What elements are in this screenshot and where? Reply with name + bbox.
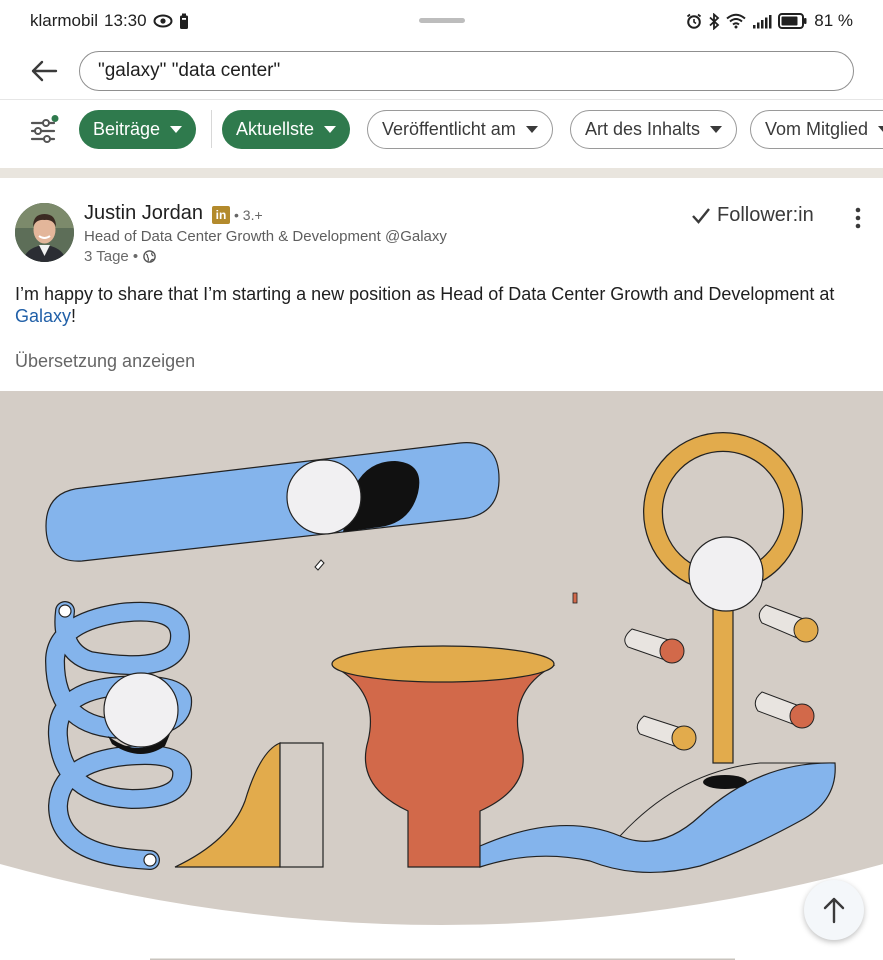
company-mention-link[interactable]: Galaxy: [15, 306, 71, 326]
status-left: klarmobil 13:30: [30, 11, 189, 31]
linkedin-badge-icon: in: [212, 206, 230, 224]
chip-aktuellste[interactable]: Aktuellste: [222, 110, 351, 149]
post-text-after: !: [71, 306, 77, 326]
author-headline: Head of Data Center Growth & Development…: [84, 228, 447, 245]
eye-icon: [153, 14, 173, 28]
chip-label: Veröffentlicht am: [382, 119, 516, 139]
follow-button[interactable]: Follower:in: [691, 204, 814, 227]
chip-art-des-inhalts[interactable]: Art des Inhalts: [570, 110, 738, 149]
chevron-down-icon: [878, 126, 883, 133]
chip-label: Art des Inhalts: [585, 119, 701, 139]
chip-label: Aktuellste: [236, 119, 315, 139]
filter-bar: Beiträge Aktuellste Veröffentlicht am Ar…: [0, 100, 883, 168]
chip-label: Beiträge: [93, 119, 161, 139]
chip-vom-mitglied[interactable]: Vom Mitglied: [750, 110, 883, 149]
more-vertical-icon: [855, 207, 861, 229]
post-age: 3 Tage •: [84, 248, 139, 265]
chevron-down-icon: [710, 126, 723, 133]
globe-icon: [143, 250, 156, 263]
sliders-icon: [30, 115, 59, 143]
clock: 13:30: [104, 11, 147, 30]
chevron-down-icon: [170, 126, 183, 133]
more-options-button[interactable]: [846, 204, 870, 232]
scroll-to-top-button[interactable]: [804, 880, 864, 940]
author-photo: [15, 203, 74, 262]
post-text-before: I’m happy to share that I’m starting a n…: [15, 284, 835, 304]
filter-divider: [211, 110, 212, 148]
battery-percent: 81 %: [814, 11, 853, 30]
connection-degree: • 3.+: [234, 207, 263, 223]
chip-veroeffentlicht-am[interactable]: Veröffentlicht am: [367, 110, 553, 149]
carrier-label: klarmobil: [30, 11, 99, 30]
show-translation-link[interactable]: Übersetzung anzeigen: [15, 351, 195, 372]
drag-handle: [419, 18, 465, 23]
signal-icon: [753, 14, 772, 28]
chip-label: Vom Mitglied: [765, 119, 869, 139]
search-row: "galaxy" "data center": [0, 44, 883, 100]
post-image[interactable]: [0, 391, 883, 960]
chip-beitraege[interactable]: Beiträge: [79, 110, 197, 149]
status-right: 81 %: [686, 11, 853, 31]
status-bar: klarmobil 13:30 81 %: [0, 0, 883, 44]
search-query: "galaxy" "data center": [98, 60, 281, 81]
post-meta: 3 Tage •: [84, 248, 156, 265]
chevron-down-icon: [324, 126, 337, 133]
bluetooth-icon: [709, 12, 720, 30]
check-icon: [692, 207, 710, 224]
search-input[interactable]: "galaxy" "data center": [79, 51, 854, 91]
alarm-icon: [687, 13, 702, 29]
arrow-up-icon: [823, 897, 845, 924]
follow-label: Follower:in: [717, 204, 814, 226]
battery-saver-icon: [179, 13, 188, 29]
back-button[interactable]: [26, 53, 62, 89]
battery-icon: [778, 13, 807, 29]
post-body: I’m happy to share that I’m starting a n…: [15, 283, 875, 327]
avatar[interactable]: [15, 203, 74, 262]
wifi-icon: [726, 13, 746, 29]
filter-settings-button[interactable]: [28, 114, 64, 150]
arrow-left-icon: [31, 60, 58, 82]
feed-separator: [0, 168, 883, 178]
author-name[interactable]: Justin Jordan: [84, 202, 203, 225]
chevron-down-icon: [525, 126, 538, 133]
